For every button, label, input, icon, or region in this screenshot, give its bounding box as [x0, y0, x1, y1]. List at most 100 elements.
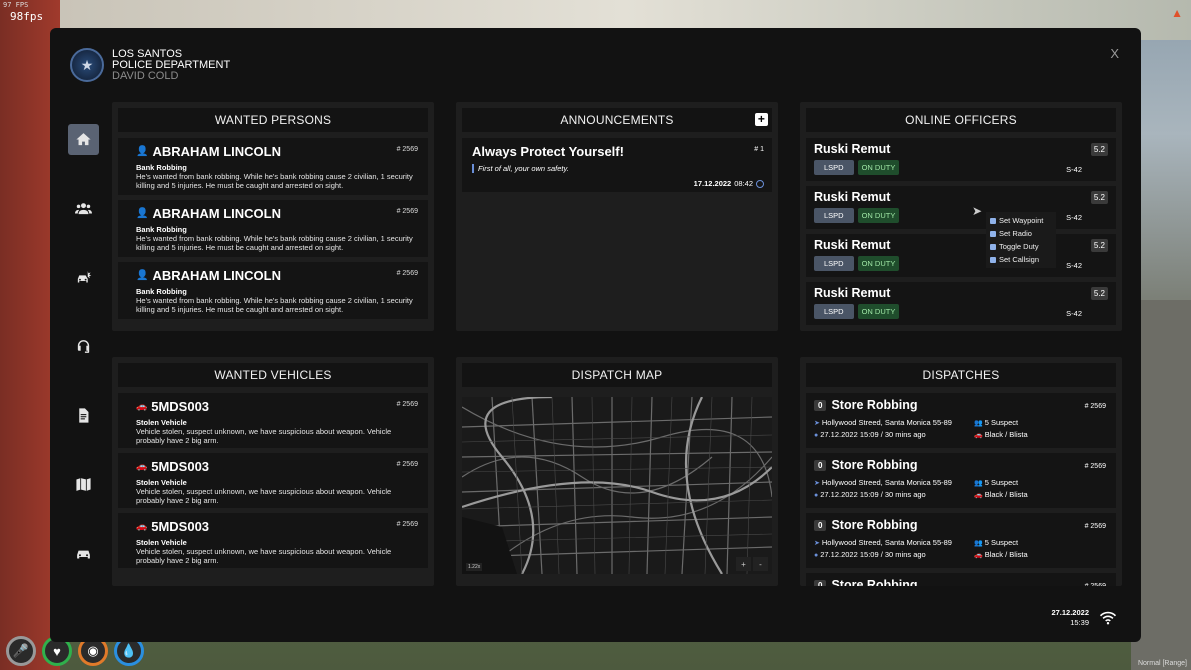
map-zoom-level: 1.22x — [466, 563, 483, 571]
fire-icon: ▲ — [1171, 6, 1183, 20]
wanted-vehicle-card[interactable]: 🚗 5MDS003 # 2569 Stolen Vehicle Vehicle stol… — [118, 393, 428, 448]
officer-name: Ruski Remut — [814, 238, 891, 252]
officer-card[interactable]: Ruski Remut 5.2 LSPD ON DUTY S-42 — [806, 282, 1116, 325]
dispatch-location: Hollywood Streed, Santa Monica 55-89 — [821, 418, 952, 427]
zoom-out-button[interactable]: - — [753, 557, 768, 571]
officer-name: Ruski Remut — [814, 142, 891, 156]
fps-counter: 98fps — [10, 10, 44, 23]
users-icon: 👥 — [974, 420, 983, 427]
wanted-person-crime: Bank Robbing — [136, 163, 187, 172]
context-menu-item[interactable]: Set Waypoint — [990, 214, 1052, 227]
sidebar-item-vehicles[interactable] — [68, 538, 99, 569]
dispatch-location: Hollywood Streed, Santa Monica 55-89 — [821, 538, 952, 547]
zoom-in-button[interactable]: + — [736, 557, 751, 571]
car-crash-icon — [77, 271, 92, 283]
org-line2: POLICE DEPARTMENT — [112, 58, 231, 71]
vehicle-description: Vehicle stolen, suspect unknown, we have… — [136, 547, 392, 565]
context-menu-item[interactable]: Toggle Duty — [990, 240, 1052, 253]
panel-title: DISPATCHES — [806, 363, 1116, 387]
wanted-vehicles-panel: WANTED VEHICLES 🚗 5MDS003 # 2569 Stolen Veh… — [112, 357, 434, 586]
mdt-tablet: ★ LOS SANTOS POLICE DEPARTMENT DAVID COL… — [50, 28, 1141, 642]
officer-card[interactable]: Ruski Remut 5.2 LSPD ON DUTY S-42 — [806, 234, 1116, 277]
sidebar-item-reports[interactable] — [68, 400, 99, 431]
dispatch-title: Store Robbing — [831, 458, 918, 472]
map-streets — [462, 397, 772, 574]
dispatch-map[interactable]: 1.22x + - — [462, 397, 772, 574]
vehicle-reason: Stolen Vehicle — [136, 478, 187, 487]
sidebar-item-users[interactable] — [68, 193, 99, 224]
officer-name: Ruski Remut — [814, 190, 891, 204]
announcement-card[interactable]: Always Protect Yourself! # 1 First of all,… — [462, 138, 772, 192]
footer-time: 15:39 — [1070, 618, 1089, 627]
vehicle-reason: Stolen Vehicle — [136, 538, 187, 547]
officer-department-badge: LSPD — [814, 304, 854, 319]
user-icon: 👤 — [136, 146, 149, 157]
vehicle-id: # 2569 — [396, 401, 418, 408]
wanted-person-card[interactable]: 👤 ABRAHAM LINCOLN # 2569 Bank Robbing He's w… — [118, 138, 428, 195]
wanted-person-description: He's wanted from bank robbing. While he'… — [136, 172, 413, 190]
dispatch-card[interactable]: 0 Store Robbing # 2569 ➤ Hollywood Streed, S… — [806, 453, 1116, 508]
footer: 27.12.2022 15:39 — [1051, 608, 1117, 628]
officer-card[interactable]: Ruski Remut 5.2 LSPD ON DUTY S-42 — [806, 138, 1116, 181]
car-icon — [77, 550, 90, 559]
header: ★ LOS SANTOS POLICE DEPARTMENT DAVID COL… — [70, 48, 230, 82]
dispatch-count-badge: 0 — [814, 519, 827, 531]
wanted-person-description: He's wanted from bank robbing. While he'… — [136, 234, 413, 252]
location-arrow-icon: ➤ — [814, 540, 820, 547]
wanted-person-crime: Bank Robbing — [136, 287, 187, 296]
wanted-vehicle-card[interactable]: 🚗 5MDS003 # 2569 Stolen Vehicle Vehicle stol… — [118, 453, 428, 508]
dispatch-suspects: 5 Suspect — [984, 418, 1019, 427]
wanted-vehicle-card[interactable]: 🚗 5MDS003 # 2569 Stolen Vehicle Vehicle stol… — [118, 513, 428, 568]
vehicle-id: # 2569 — [396, 521, 418, 528]
dispatch-card[interactable]: 0 Store Robbing # 2569 ➤ Hollywood Streed, S… — [806, 393, 1116, 448]
user-icon: 👤 — [136, 208, 149, 219]
vehicle-reason: Stolen Vehicle — [136, 418, 187, 427]
dispatch-suspects: 5 Suspect — [984, 478, 1019, 487]
dispatch-card[interactable]: 0 Store Robbing # 2569 ➤ Hollywood Streed, S… — [806, 513, 1116, 568]
home-icon — [76, 133, 91, 146]
announcements-panel: ANNOUNCEMENTS + Always Protect Yourself!… — [456, 102, 778, 331]
officer-rank: 5.2 — [1090, 143, 1108, 156]
sidebar-item-home[interactable] — [68, 124, 99, 155]
users-icon: 👥 — [974, 540, 983, 547]
officer-department-badge: LSPD — [814, 208, 854, 223]
car-icon: 🚗 — [974, 431, 983, 439]
sidebar-item-map[interactable] — [68, 469, 99, 500]
wanted-person-card[interactable]: 👤 ABRAHAM LINCOLN # 2569 Bank Robbing He's w… — [118, 262, 428, 319]
info-icon[interactable] — [756, 179, 764, 188]
sidebar-item-vehicle-crash[interactable] — [68, 262, 99, 293]
officer-status-badge: ON DUTY — [857, 208, 900, 223]
location-arrow-icon: ➤ — [814, 480, 820, 487]
officer-status-badge: ON DUTY — [857, 304, 900, 319]
dispatch-count-badge: 0 — [814, 399, 827, 411]
user-name: DAVID COLD — [112, 69, 179, 82]
car-icon: 🚗 — [136, 461, 148, 471]
car-icon: 🚗 — [974, 491, 983, 499]
wanted-person-name: ABRAHAM LINCOLN — [152, 144, 281, 159]
context-menu-item[interactable]: Set Radio — [990, 227, 1052, 240]
dispatch-count-badge: 0 — [814, 459, 827, 471]
officer-card[interactable]: Ruski Remut 5.2 LSPD ON DUTY S-42 — [806, 186, 1116, 229]
announcement-subtitle: First of all, your own safety. — [478, 164, 569, 173]
officer-callsign: S-42 — [1066, 213, 1082, 222]
context-menu-item[interactable]: Set Callsign — [990, 253, 1052, 266]
panel-title: WANTED VEHICLES — [118, 363, 428, 387]
dispatches-panel: DISPATCHES 0 Store Robbing # 2569 ➤ Hollywoo… — [800, 357, 1122, 586]
clock-icon: ● — [814, 431, 819, 439]
online-officers-panel: ONLINE OFFICERS Ruski Remut 5.2 LSPD ON DUT… — [800, 102, 1122, 331]
clock-icon: ● — [814, 551, 819, 559]
users-icon — [75, 203, 92, 215]
announcement-time: 08:42 — [734, 179, 753, 188]
document-icon — [79, 408, 89, 423]
wanted-person-name: ABRAHAM LINCOLN — [152, 206, 281, 221]
wanted-person-card[interactable]: 👤 ABRAHAM LINCOLN # 2569 Bank Robbing He's w… — [118, 200, 428, 257]
dispatch-id: # 2569 — [1084, 403, 1106, 410]
dispatch-location: Hollywood Streed, Santa Monica 55-89 — [821, 478, 952, 487]
add-announcement-button[interactable]: + — [755, 113, 768, 126]
sidebar-item-dispatch[interactable] — [68, 331, 99, 362]
dispatch-card[interactable]: 0 Store Robbing # 2569 — [806, 573, 1116, 586]
close-button[interactable]: X — [1110, 46, 1119, 61]
wifi-icon — [1099, 611, 1117, 625]
vehicle-plate: 5MDS003 — [151, 399, 210, 414]
dispatch-suspects: 5 Suspect — [984, 538, 1019, 547]
